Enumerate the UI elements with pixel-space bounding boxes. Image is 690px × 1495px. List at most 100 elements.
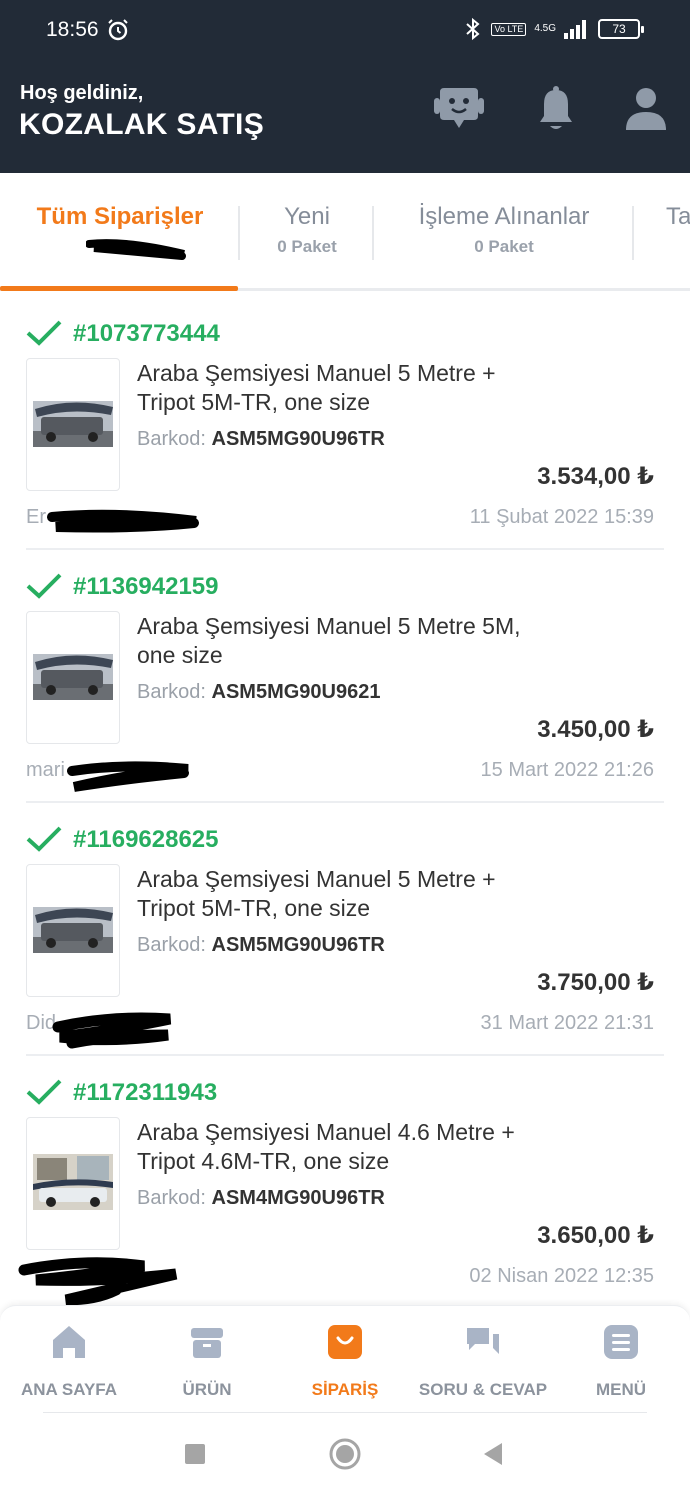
order-date: 02 Nisan 2022 12:35 xyxy=(469,1265,654,1287)
product-name: Araba Şemsiyesi Manuel 5 Metre + Tripot … xyxy=(137,360,496,415)
redaction-scribble xyxy=(18,1257,178,1306)
volte-badge: Vo LTE xyxy=(491,22,527,36)
order-status-tabs: Tüm Siparişler Yeni 0 Paket İşleme Alına… xyxy=(0,173,690,291)
menu-icon xyxy=(604,1325,638,1359)
product-image[interactable] xyxy=(26,358,120,491)
signal-icon xyxy=(564,20,586,39)
order-price: 3.750,00 ₺ xyxy=(537,969,654,996)
nav-label: SORU & CEVAP xyxy=(418,1380,548,1399)
order-date: 15 Mart 2022 21:26 xyxy=(480,759,654,781)
assistant-icon[interactable] xyxy=(432,86,486,134)
barcode-label: Barkod: xyxy=(137,934,206,956)
product-image[interactable] xyxy=(26,1117,120,1250)
barcode: Barkod: ASM5MG90U9621 xyxy=(137,681,380,704)
status-bar: 18:56 Vo LTE 4.5G 73 xyxy=(0,0,690,50)
bell-icon[interactable] xyxy=(536,86,576,134)
tab-label: Tüm Siparişler xyxy=(36,203,204,230)
home-icon xyxy=(53,1326,85,1358)
redaction-scribble xyxy=(67,761,189,792)
barcode: Barkod: ASM5MG90U96TR xyxy=(137,934,385,957)
tab-divider xyxy=(372,206,374,260)
active-tab-indicator xyxy=(0,286,238,291)
user-icon[interactable] xyxy=(624,86,668,134)
tab-label: İşleme Alınanlar xyxy=(418,203,590,230)
car-umbrella-image xyxy=(33,654,113,700)
order-date: 11 Şubat 2022 15:39 xyxy=(469,506,654,528)
app-header: Hoş geldiniz, KOZALAK SATIŞ xyxy=(0,50,690,173)
box-icon xyxy=(191,1328,223,1358)
nav-label: MENÜ xyxy=(595,1380,647,1399)
back-button[interactable] xyxy=(482,1441,504,1467)
order-card[interactable]: #1136942159 Araba Şemsiyesi Manuel 5 Met… xyxy=(26,550,664,803)
car-umbrella-image xyxy=(33,1154,113,1210)
alarm-icon xyxy=(108,19,128,41)
product-image[interactable] xyxy=(26,864,120,997)
redaction-scribble xyxy=(52,1012,172,1049)
tab-more[interactable]: Ta xyxy=(666,203,690,231)
tab-divider xyxy=(238,206,240,260)
welcome-text: Hoş geldiniz, xyxy=(20,82,144,104)
system-navigation-bar xyxy=(0,1413,690,1495)
tab-count: 0 Paket xyxy=(277,237,337,256)
barcode-value: ASM5MG90U96TR xyxy=(211,934,385,956)
bluetooth-icon xyxy=(466,17,480,41)
barcode-value: ASM4MG90U96TR xyxy=(211,1187,385,1209)
tab-processing[interactable]: İşleme Alınanlar 0 Paket xyxy=(376,203,632,257)
check-icon xyxy=(26,573,62,599)
order-price: 3.450,00 ₺ xyxy=(537,716,654,743)
tab-all-orders[interactable]: Tüm Siparişler xyxy=(34,203,206,231)
nav-qa[interactable]: SORU & CEVAP xyxy=(414,1322,552,1400)
order-date: 31 Mart 2022 21:31 xyxy=(480,1012,654,1034)
tab-divider xyxy=(632,206,634,260)
order-price: 3.650,00 ₺ xyxy=(537,1222,654,1249)
nav-label: SİPARİŞ xyxy=(311,1380,379,1399)
tab-count: 0 Paket xyxy=(474,237,534,256)
check-icon xyxy=(26,826,62,852)
recent-apps-button[interactable] xyxy=(184,1443,206,1465)
product-name: Araba Şemsiyesi Manuel 4.6 Metre + Tripo… xyxy=(137,1119,515,1174)
redaction-scribble xyxy=(86,239,186,260)
car-umbrella-image xyxy=(33,907,113,953)
nav-home[interactable]: ANA SAYFA xyxy=(0,1322,138,1400)
product-image[interactable] xyxy=(26,611,120,744)
battery-indicator: 73 xyxy=(598,19,644,39)
barcode-label: Barkod: xyxy=(137,428,206,450)
tab-label: Yeni xyxy=(284,203,330,230)
order-card[interactable]: #1172311943 Araba Şemsiyesi Manuel 4.6 M… xyxy=(18,1056,664,1309)
order-card[interactable]: #1169628625 Araba Şemsiyesi Manuel 5 Met… xyxy=(26,803,664,1056)
check-icon xyxy=(26,320,62,346)
shopping-bag-icon xyxy=(328,1325,362,1359)
barcode: Barkod: ASM5MG90U96TR xyxy=(137,428,385,451)
chat-icon xyxy=(467,1328,499,1354)
network-type: 4.5G xyxy=(534,23,556,34)
store-name: KOZALAK SATIŞ xyxy=(19,108,264,141)
bottom-navigation: ANA SAYFA ÜRÜN SİPARİŞ SORU & CEVAP MENÜ xyxy=(0,1305,690,1413)
nav-label: ANA SAYFA xyxy=(20,1380,118,1399)
check-icon xyxy=(26,1079,62,1105)
customer-name: Er xyxy=(26,506,46,528)
barcode-label: Barkod: xyxy=(137,1187,206,1209)
status-time: 18:56 xyxy=(46,18,99,41)
order-price: 3.534,00 ₺ xyxy=(537,463,654,490)
barcode: Barkod: ASM4MG90U96TR xyxy=(137,1187,385,1210)
order-number[interactable]: #1169628625 xyxy=(73,826,219,854)
barcode-value: ASM5MG90U9621 xyxy=(211,681,381,703)
nav-menu[interactable]: MENÜ xyxy=(552,1322,690,1400)
nav-products[interactable]: ÜRÜN xyxy=(138,1322,276,1400)
order-card[interactable]: #1073773444 Araba Şemsiyesi Manuel 5 Met… xyxy=(26,297,664,550)
tab-new[interactable]: Yeni 0 Paket xyxy=(242,203,372,257)
order-number[interactable]: #1172311943 xyxy=(73,1079,217,1107)
barcode-value: ASM5MG90U96TR xyxy=(211,428,385,450)
nav-label: ÜRÜN xyxy=(182,1380,232,1399)
product-name: Araba Şemsiyesi Manuel 5 Metre 5M, one s… xyxy=(137,613,521,668)
order-number[interactable]: #1136942159 xyxy=(73,573,219,601)
redaction-scribble xyxy=(47,509,199,533)
order-number[interactable]: #1073773444 xyxy=(73,320,220,348)
nav-orders[interactable]: SİPARİŞ xyxy=(276,1322,414,1400)
home-button[interactable] xyxy=(328,1437,362,1471)
status-indicators: Vo LTE 4.5G 73 xyxy=(463,14,644,44)
barcode-label: Barkod: xyxy=(137,681,206,703)
car-umbrella-image xyxy=(33,401,113,447)
customer-name: mari xyxy=(26,759,65,781)
tab-label: Ta xyxy=(666,203,690,230)
